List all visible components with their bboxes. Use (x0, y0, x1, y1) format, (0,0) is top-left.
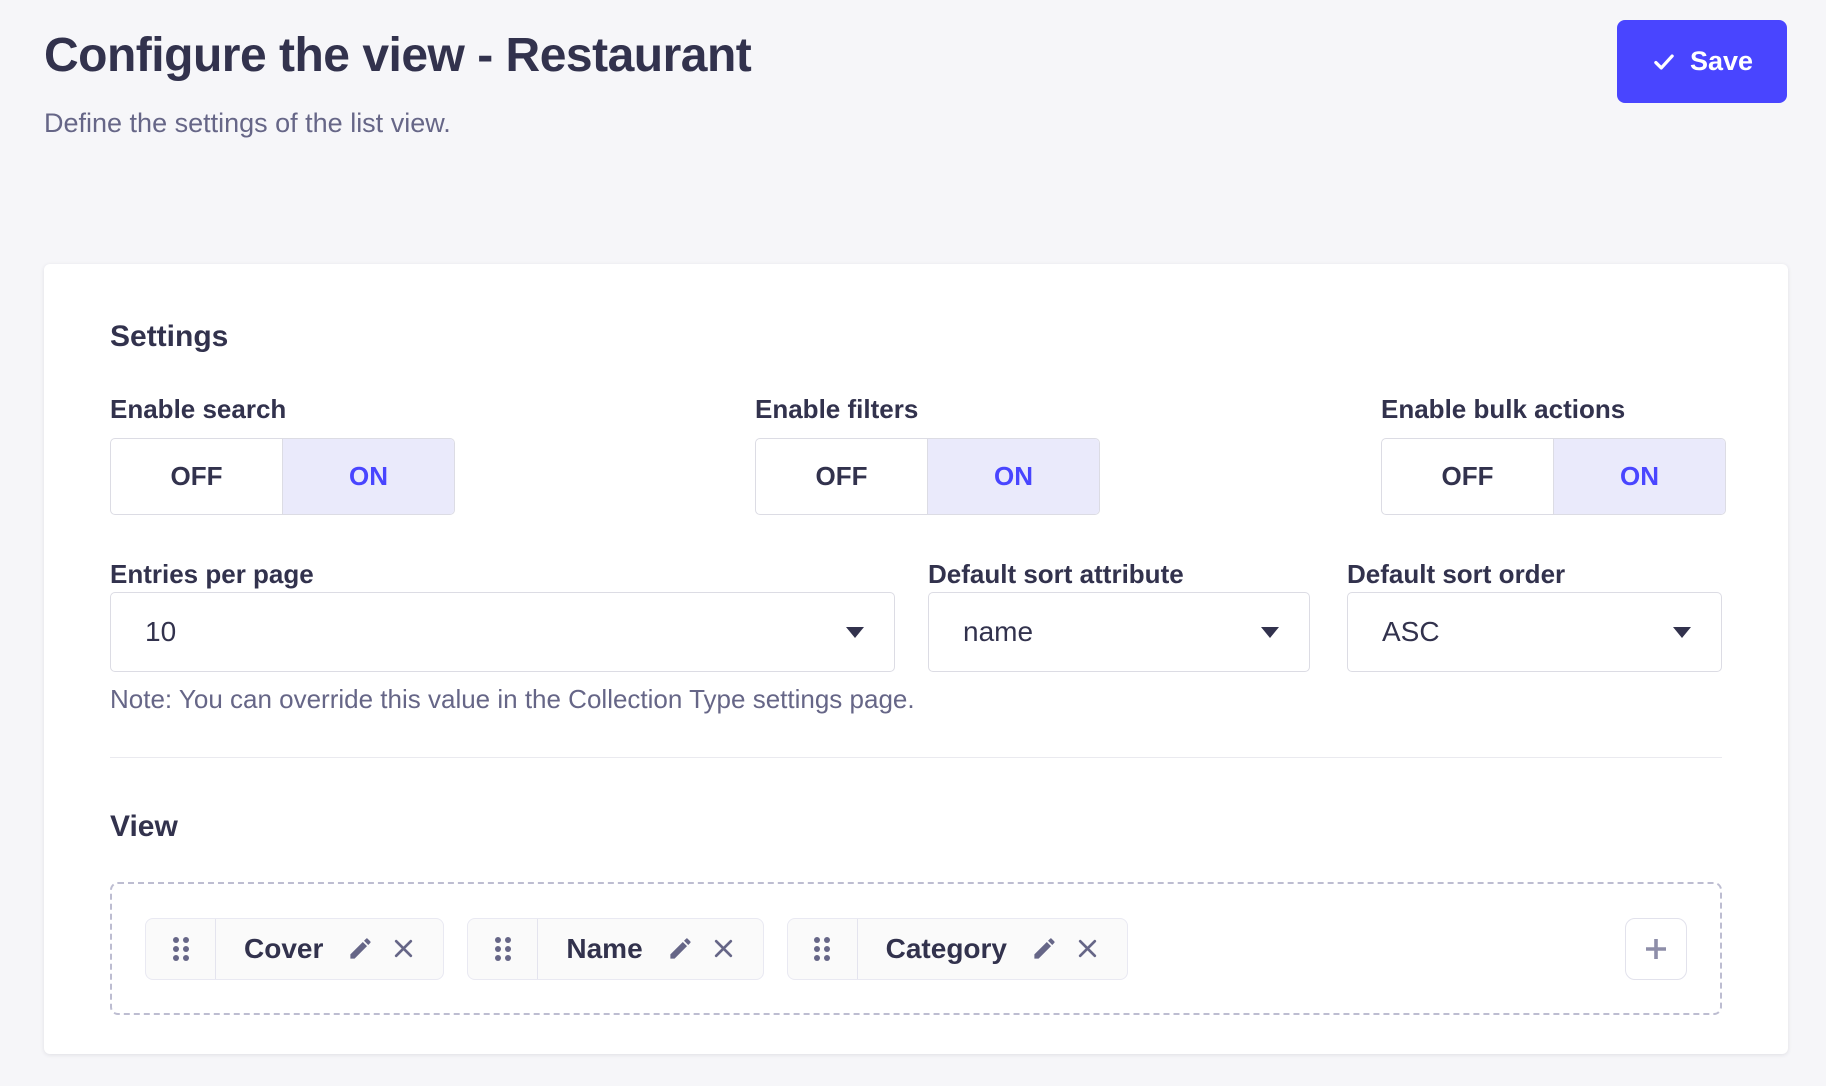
entries-per-page-label: Entries per page (110, 559, 314, 590)
section-divider (110, 757, 1722, 758)
entries-per-page-select[interactable]: 10 (110, 592, 895, 672)
pencil-icon (667, 935, 694, 962)
drag-handle[interactable] (468, 919, 538, 979)
enable-bulk-actions-off-option[interactable]: OFF (1382, 439, 1553, 514)
enable-search-label: Enable search (110, 394, 455, 425)
enable-filters-toggle: OFF ON (755, 438, 1100, 515)
enable-bulk-actions-toggle: OFF ON (1381, 438, 1726, 515)
close-icon (390, 935, 417, 962)
page-title: Configure the view - Restaurant (44, 28, 751, 83)
pencil-icon (1031, 935, 1058, 962)
enable-search-off-option[interactable]: OFF (111, 439, 282, 514)
entries-per-page-note: Note: You can override this value in the… (110, 684, 915, 715)
chip-label: Cover (244, 933, 323, 965)
chevron-down-icon (1673, 627, 1691, 638)
remove-field-button[interactable] (710, 935, 737, 962)
page-subtitle: Define the settings of the list view. (44, 108, 451, 139)
edit-field-button[interactable] (667, 935, 694, 962)
settings-form: Enable search OFF ON Enable filters OFF … (110, 394, 1722, 710)
check-icon (1651, 49, 1677, 75)
default-sort-attribute-label: Default sort attribute (928, 559, 1184, 590)
close-icon (710, 935, 737, 962)
drag-handle-icon (492, 935, 514, 963)
chip-label: Category (886, 933, 1007, 965)
enable-filters-on-option[interactable]: ON (927, 439, 1099, 514)
settings-card: Settings Enable search OFF ON Enable fil… (44, 264, 1788, 1054)
pencil-icon (347, 935, 374, 962)
default-sort-order-value: ASC (1382, 616, 1440, 648)
enable-bulk-actions-label: Enable bulk actions (1381, 394, 1726, 425)
entries-per-page-value: 10 (145, 616, 176, 648)
settings-heading: Settings (110, 320, 1722, 354)
enable-bulk-actions-field: Enable bulk actions OFF ON (1381, 394, 1726, 515)
remove-field-button[interactable] (390, 935, 417, 962)
drag-handle[interactable] (146, 919, 216, 979)
enable-filters-off-option[interactable]: OFF (756, 439, 927, 514)
chevron-down-icon (1261, 627, 1279, 638)
plus-icon (1640, 933, 1672, 965)
enable-search-on-option[interactable]: ON (282, 439, 454, 514)
edit-field-button[interactable] (1031, 935, 1058, 962)
enable-filters-label: Enable filters (755, 394, 1100, 425)
close-icon (1074, 935, 1101, 962)
drag-handle[interactable] (788, 919, 858, 979)
drag-handle-icon (170, 935, 192, 963)
default-sort-order-select[interactable]: ASC (1347, 592, 1722, 672)
view-fields-drop-zone: Cover Name (110, 882, 1722, 1015)
view-field-chip-name: Name (467, 918, 763, 980)
view-field-chip-cover: Cover (145, 918, 444, 980)
view-heading: View (110, 810, 1722, 844)
page-header: Configure the view - Restaurant Define t… (0, 0, 1826, 264)
view-field-chip-category: Category (787, 918, 1128, 980)
save-button-label: Save (1690, 46, 1753, 77)
chevron-down-icon (846, 627, 864, 638)
edit-field-button[interactable] (347, 935, 374, 962)
enable-search-toggle: OFF ON (110, 438, 455, 515)
default-sort-order-label: Default sort order (1347, 559, 1565, 590)
enable-search-field: Enable search OFF ON (110, 394, 455, 515)
chip-label: Name (566, 933, 642, 965)
add-field-button[interactable] (1625, 918, 1687, 980)
enable-bulk-actions-on-option[interactable]: ON (1553, 439, 1725, 514)
enable-filters-field: Enable filters OFF ON (755, 394, 1100, 515)
default-sort-attribute-select[interactable]: name (928, 592, 1310, 672)
remove-field-button[interactable] (1074, 935, 1101, 962)
save-button[interactable]: Save (1617, 20, 1787, 103)
drag-handle-icon (811, 935, 833, 963)
default-sort-attribute-value: name (963, 616, 1033, 648)
